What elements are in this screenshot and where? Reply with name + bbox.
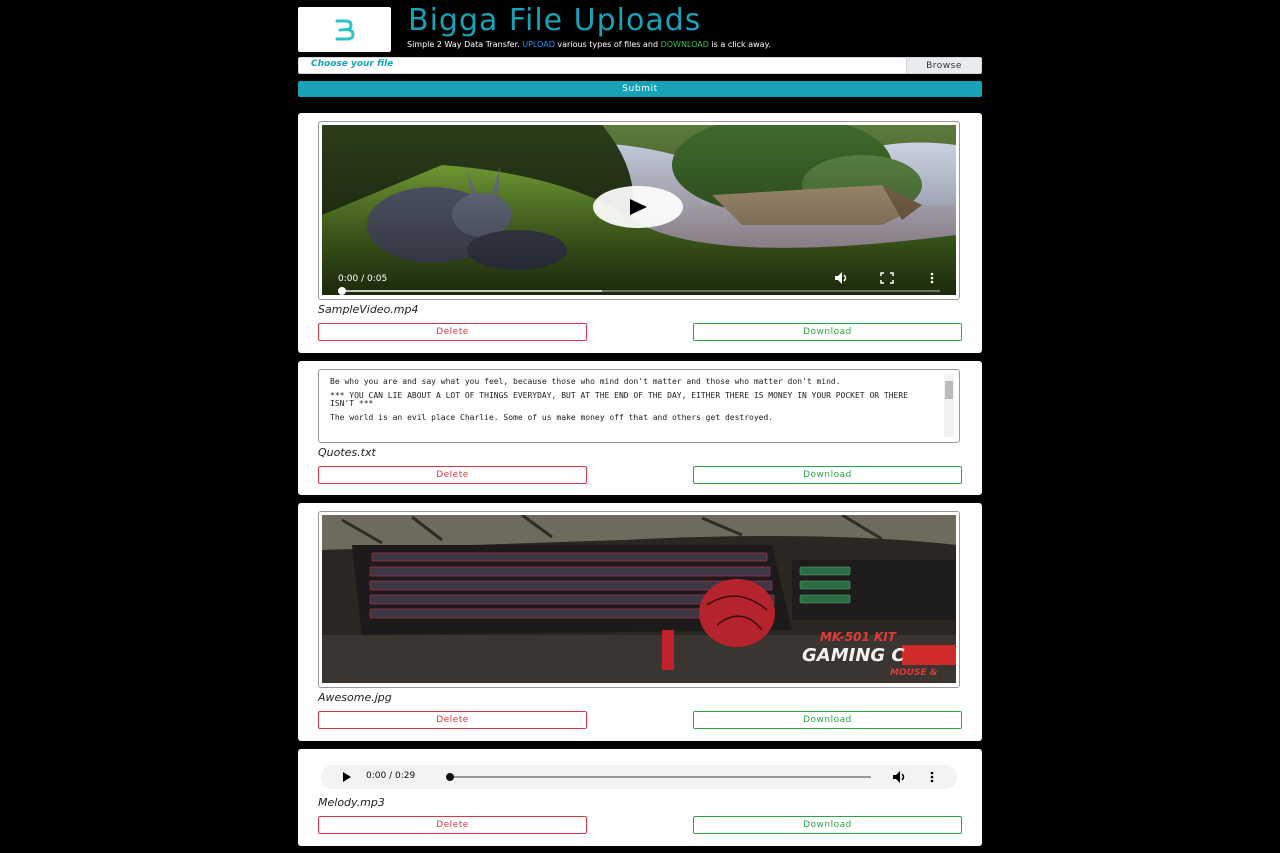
image-preview[interactable]: MK-501 KIT GAMING C MOUSE & (318, 511, 960, 688)
file-card-text: Be who you are and say what you feel, be… (298, 361, 982, 495)
delete-button[interactable]: Delete (318, 323, 587, 341)
browse-button[interactable]: Browse (906, 58, 981, 73)
box-label: GAMING C (802, 645, 905, 666)
file-card-image: MK-501 KIT GAMING C MOUSE & Awesome.jpg … (298, 503, 982, 741)
video-time: 0:00 / 0:05 (338, 274, 388, 284)
text-line: The world is an evil place Charlie. Some… (330, 413, 774, 422)
file-card-audio: 0:00 / 0:29 Melody.mp3 Delete Download (298, 749, 982, 846)
more-options-icon[interactable] (929, 771, 935, 783)
file-name: SampleVideo.mp4 (318, 303, 419, 316)
video-buffered (338, 290, 602, 292)
audio-scrubber[interactable] (446, 773, 454, 781)
fullscreen-icon[interactable] (880, 272, 894, 284)
logo-b-icon (335, 19, 354, 40)
brand-logo[interactable] (298, 7, 391, 52)
tagline-download: DOWNLOAD (660, 40, 709, 49)
page-title: Bigga File Uploads (408, 3, 702, 38)
more-options-icon[interactable] (929, 272, 935, 284)
play-button[interactable] (593, 186, 683, 228)
video-progress-bar[interactable] (338, 290, 940, 292)
header: Bigga File Uploads Simple 2 Way Data Tra… (298, 3, 982, 53)
download-button[interactable]: Download (693, 711, 962, 729)
text-content[interactable]: Be who you are and say what you feel, be… (322, 373, 956, 439)
audio-player[interactable]: 0:00 / 0:29 (321, 765, 957, 789)
delete-button[interactable]: Delete (318, 816, 587, 834)
file-name: Awesome.jpg (318, 691, 392, 704)
text-viewer[interactable]: Be who you are and say what you feel, be… (318, 369, 960, 443)
file-input[interactable]: Choose your file Browse (298, 57, 982, 74)
audio-time: 0:00 / 0:29 (366, 771, 416, 781)
tagline-text: various types of files and (554, 40, 661, 49)
audio-progress-bar[interactable] (447, 776, 871, 778)
download-button[interactable]: Download (693, 323, 962, 341)
file-input-placeholder: Choose your file (311, 59, 394, 69)
delete-button[interactable]: Delete (318, 466, 587, 484)
volume-icon[interactable] (892, 770, 908, 784)
volume-icon[interactable] (834, 271, 850, 285)
text-line: *** YOU CAN LIE ABOUT A LOT OF THINGS EV… (330, 391, 913, 408)
box-label: MK-501 KIT (820, 630, 897, 644)
tagline-text: Simple 2 Way Data Transfer. (407, 40, 523, 49)
file-name: Melody.mp3 (318, 796, 385, 809)
box-label: MOUSE & (890, 668, 938, 678)
file-card-video: 0:00 / 0:05 SampleVideo.mp4 Delete Downl (298, 113, 982, 353)
scrollbar-thumb[interactable] (945, 381, 953, 399)
video-player[interactable]: 0:00 / 0:05 (318, 121, 960, 300)
submit-button[interactable]: Submit (298, 81, 982, 97)
download-button[interactable]: Download (693, 466, 962, 484)
keyboard-photo: MK-501 KIT GAMING C MOUSE & (322, 515, 956, 683)
tagline-text: is a click away. (708, 40, 771, 49)
video-frame[interactable]: 0:00 / 0:05 (322, 125, 956, 295)
tagline: Simple 2 Way Data Transfer. UPLOAD vario… (407, 40, 771, 49)
video-scrubber[interactable] (338, 287, 346, 295)
text-line: Be who you are and say what you feel, be… (330, 377, 841, 386)
scrollbar[interactable] (944, 375, 954, 437)
play-icon (630, 199, 647, 215)
play-icon[interactable] (342, 772, 352, 782)
file-name: Quotes.txt (318, 446, 376, 459)
image-frame: MK-501 KIT GAMING C MOUSE & (322, 515, 956, 683)
download-button[interactable]: Download (693, 816, 962, 834)
tagline-upload: UPLOAD (522, 40, 555, 49)
delete-button[interactable]: Delete (318, 711, 587, 729)
